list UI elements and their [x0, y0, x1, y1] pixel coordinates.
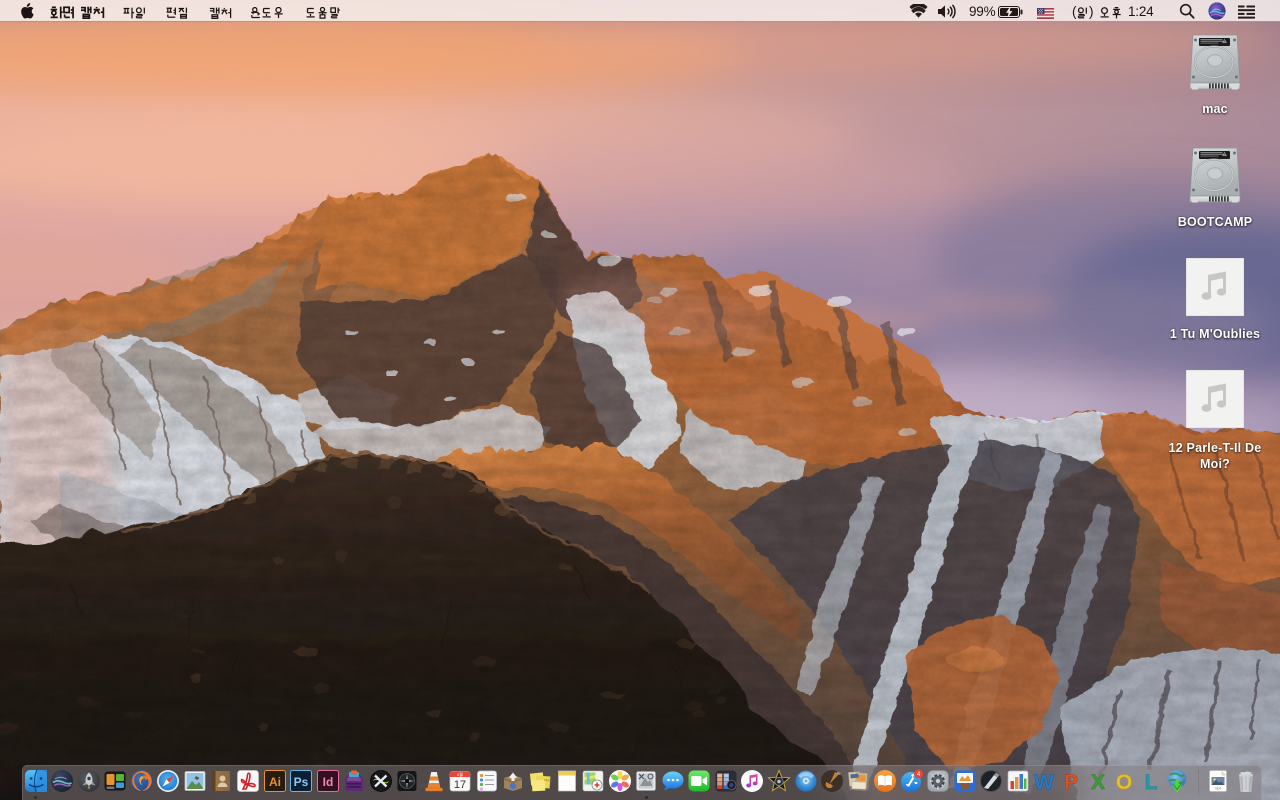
svg-text:Ai: Ai [269, 775, 281, 789]
svg-text:17: 17 [454, 779, 466, 791]
svg-text:mp4: mp4 [1215, 787, 1222, 791]
svg-text:Id: Id [322, 775, 333, 789]
svg-text:Ps: Ps [294, 775, 309, 789]
svg-text:W: W [1034, 771, 1054, 793]
svg-text:6월: 6월 [457, 771, 463, 777]
svg-text:L: L [1144, 771, 1157, 793]
svg-text:O: O [1116, 771, 1132, 793]
svg-text:P: P [1064, 771, 1078, 793]
svg-text:X: X [1090, 771, 1104, 793]
svg-text:Plans: Plans [544, 778, 552, 783]
